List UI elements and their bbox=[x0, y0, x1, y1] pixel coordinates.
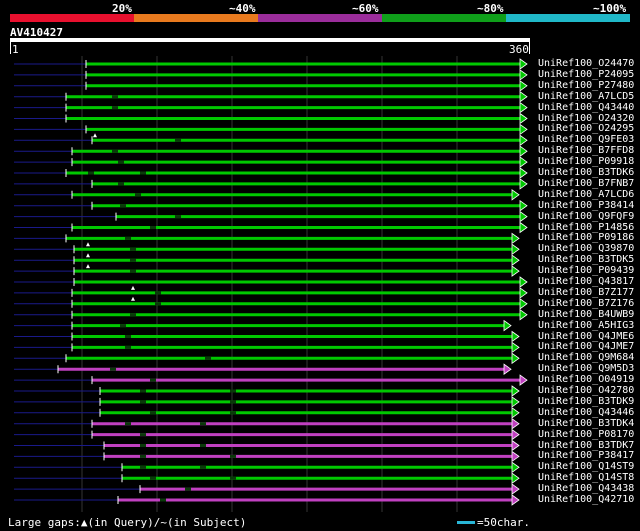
hit-label[interactable]: UniRef100_Q9M5D3 bbox=[538, 363, 634, 374]
row-end-arrow-15 bbox=[519, 221, 528, 234]
hit-label[interactable]: UniRef100_Q43817 bbox=[538, 276, 634, 287]
hit-label[interactable]: UniRef100_P09439 bbox=[538, 265, 634, 276]
hit-label[interactable]: UniRef100_Q43438 bbox=[538, 483, 634, 494]
hit-label[interactable]: UniRef100_B3TDK9 bbox=[538, 396, 634, 407]
row-end-arrow-12 bbox=[511, 189, 520, 201]
gaps-legend: Large gaps:▲(in Query)/~(in Subject) bbox=[8, 516, 247, 529]
row-end-arrow-3 bbox=[519, 90, 528, 103]
hit-label[interactable]: UniRef100_O04919 bbox=[538, 374, 634, 385]
hit-label[interactable]: UniRef100_B7Z177 bbox=[538, 287, 634, 298]
row-query-gap-marker-7 bbox=[93, 133, 97, 138]
row-query-gap-marker-18 bbox=[86, 253, 90, 258]
hit-label[interactable]: UniRef100_B3TDK7 bbox=[538, 440, 634, 451]
row-end-arrow-26 bbox=[511, 341, 520, 354]
row-end-arrow-40 bbox=[511, 494, 520, 506]
row-end-arrow-36 bbox=[511, 450, 520, 463]
hit-label[interactable]: UniRef100_Q39870 bbox=[538, 243, 634, 254]
row-end-arrow-35 bbox=[511, 439, 520, 452]
row-end-arrow-16 bbox=[511, 232, 520, 245]
row-end-arrow-23 bbox=[519, 308, 528, 321]
scale-bar bbox=[457, 521, 475, 524]
row-end-arrow-24 bbox=[503, 319, 512, 332]
row-query-gap-marker-17 bbox=[86, 242, 90, 247]
hit-label[interactable]: UniRef100_P24095 bbox=[538, 69, 634, 80]
row-end-arrow-38 bbox=[511, 472, 520, 484]
hit-label[interactable]: UniRef100_B3TDK6 bbox=[538, 167, 634, 178]
hit-label[interactable]: UniRef100_O24320 bbox=[538, 113, 634, 124]
row-end-arrow-39 bbox=[511, 483, 520, 495]
hit-label[interactable]: UniRef100_P38414 bbox=[538, 200, 634, 211]
row-end-arrow-7 bbox=[519, 134, 528, 147]
row-end-arrow-22 bbox=[519, 298, 528, 310]
hit-label[interactable]: UniRef100_Q43440 bbox=[538, 102, 634, 113]
row-end-arrow-1 bbox=[519, 69, 528, 81]
row-end-arrow-2 bbox=[519, 80, 528, 92]
hit-label[interactable]: UniRef100_P14856 bbox=[538, 222, 634, 233]
row-end-arrow-5 bbox=[519, 112, 528, 125]
row-end-arrow-11 bbox=[519, 178, 528, 190]
hit-label[interactable]: UniRef100_P38417 bbox=[538, 450, 634, 461]
hit-label[interactable]: UniRef100_P09918 bbox=[538, 156, 634, 167]
hit-label[interactable]: UniRef100_B7FNB7 bbox=[538, 178, 634, 189]
hit-label[interactable]: UniRef100_B7FFD8 bbox=[538, 145, 634, 156]
row-end-arrow-14 bbox=[519, 210, 528, 223]
row-end-arrow-13 bbox=[519, 199, 528, 212]
hit-label[interactable]: UniRef100_P08170 bbox=[538, 429, 634, 440]
hit-label[interactable]: UniRef100_P09186 bbox=[538, 232, 634, 243]
hit-label[interactable]: UniRef100_Q42710 bbox=[538, 494, 634, 505]
row-end-arrow-0 bbox=[519, 58, 528, 70]
row-end-arrow-37 bbox=[511, 461, 520, 474]
hit-label[interactable]: UniRef100_O24470 bbox=[538, 58, 634, 69]
hit-label[interactable]: UniRef100_Q4JME7 bbox=[538, 341, 634, 352]
row-query-gap-marker-19 bbox=[86, 264, 90, 269]
hit-label[interactable]: UniRef100_Q14ST9 bbox=[538, 461, 634, 472]
row-end-arrow-28 bbox=[503, 363, 512, 375]
row-end-arrow-17 bbox=[511, 243, 520, 256]
row-end-arrow-31 bbox=[511, 396, 520, 408]
row-end-arrow-29 bbox=[519, 374, 528, 386]
hit-label[interactable]: UniRef100_O42780 bbox=[538, 385, 634, 396]
hit-label[interactable]: UniRef100_B3TDK5 bbox=[538, 254, 634, 265]
row-end-arrow-8 bbox=[519, 145, 528, 157]
row-query-gap-marker-21 bbox=[131, 285, 135, 290]
row-end-arrow-33 bbox=[511, 417, 520, 430]
hit-label[interactable]: UniRef100_P27480 bbox=[538, 80, 634, 91]
row-query-gap-marker-22 bbox=[131, 296, 135, 301]
hit-label[interactable]: UniRef100_Q9FE03 bbox=[538, 134, 634, 145]
row-end-arrow-20 bbox=[519, 276, 528, 288]
row-end-arrow-21 bbox=[519, 287, 528, 299]
hit-label[interactable]: UniRef100_A7LCD5 bbox=[538, 91, 634, 102]
hit-label[interactable]: UniRef100_Q14ST8 bbox=[538, 472, 634, 483]
hit-label[interactable]: UniRef100_Q9FQF9 bbox=[538, 211, 634, 222]
row-end-arrow-10 bbox=[519, 167, 528, 179]
hit-label[interactable]: UniRef100_B4UWB9 bbox=[538, 309, 634, 320]
hit-label[interactable]: UniRef100_A5HIG3 bbox=[538, 320, 634, 331]
row-end-arrow-6 bbox=[519, 123, 528, 136]
hit-label[interactable]: UniRef100_O24295 bbox=[538, 123, 634, 134]
row-end-arrow-27 bbox=[511, 352, 520, 365]
row-end-arrow-34 bbox=[511, 428, 520, 441]
row-end-arrow-4 bbox=[519, 101, 528, 114]
hit-label[interactable]: UniRef100_Q4JME6 bbox=[538, 331, 634, 342]
row-end-arrow-18 bbox=[511, 254, 520, 266]
hit-label[interactable]: UniRef100_Q43446 bbox=[538, 407, 634, 418]
row-end-arrow-25 bbox=[511, 330, 520, 343]
scale-label: =50char. bbox=[477, 516, 530, 529]
hit-label[interactable]: UniRef100_Q9M684 bbox=[538, 352, 634, 363]
hit-label[interactable]: UniRef100_A7LCD6 bbox=[538, 189, 634, 200]
hit-label[interactable]: UniRef100_B3TDK4 bbox=[538, 418, 634, 429]
hit-label[interactable]: UniRef100_B7Z176 bbox=[538, 298, 634, 309]
row-end-arrow-19 bbox=[511, 265, 520, 277]
row-end-arrow-9 bbox=[519, 156, 528, 168]
row-end-arrow-32 bbox=[511, 407, 520, 419]
row-end-arrow-30 bbox=[511, 385, 520, 397]
